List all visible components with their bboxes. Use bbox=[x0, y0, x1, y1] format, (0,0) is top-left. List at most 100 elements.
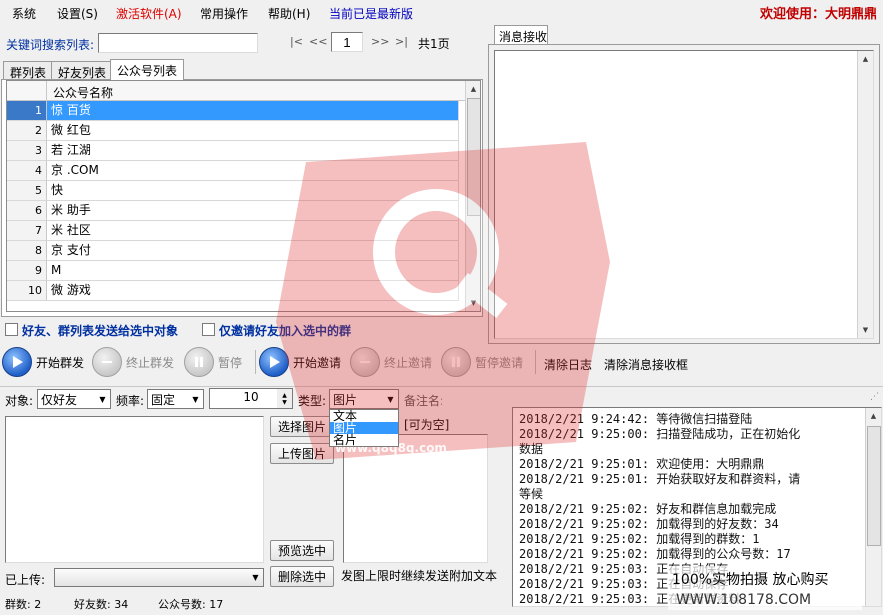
prev-page-button[interactable]: << bbox=[309, 35, 327, 48]
type-select[interactable]: 图片 ▼ bbox=[329, 389, 399, 409]
menu-system[interactable]: 系统 bbox=[12, 5, 36, 22]
menu-help[interactable]: 帮助(H) bbox=[268, 5, 310, 22]
tab-message-receive[interactable]: 消息接收 bbox=[494, 25, 548, 45]
account-name-cell[interactable]: 微 游戏 bbox=[47, 281, 459, 301]
start-invite-button[interactable]: 开始邀请 bbox=[259, 346, 341, 378]
table-row[interactable]: 2微 红包 bbox=[7, 121, 465, 141]
stop-group-send-button[interactable]: 终止群发 bbox=[92, 346, 174, 378]
remark-input[interactable] bbox=[442, 389, 490, 409]
account-name-cell[interactable]: 京 支付 bbox=[47, 241, 459, 261]
stop-icon bbox=[92, 347, 122, 377]
row-number: 4 bbox=[7, 161, 47, 181]
select-image-button[interactable]: 选择图片 bbox=[270, 416, 334, 437]
table-row[interactable]: 10 微 游戏 bbox=[7, 281, 465, 301]
frequency-select[interactable]: 固定 ▼ bbox=[147, 389, 204, 409]
message-text-area[interactable] bbox=[5, 416, 264, 563]
invite-only-checkbox[interactable] bbox=[202, 323, 215, 336]
type-option-card[interactable]: 名片 bbox=[330, 434, 398, 446]
frequency-value: 固定 bbox=[151, 393, 176, 407]
log-line: 2018/2/21 9:25:01: 开始获取好友和群资料，请 bbox=[519, 472, 801, 486]
menu-latest-version[interactable]: 当前已是最新版 bbox=[329, 5, 413, 22]
pause-button[interactable]: 暂停 bbox=[184, 346, 242, 378]
account-name-cell[interactable]: 米 助手 bbox=[47, 201, 459, 221]
tab-official-accounts[interactable]: 公众号列表 bbox=[110, 59, 185, 80]
remark-hint: [可为空] bbox=[404, 418, 450, 432]
start-group-send-button[interactable]: 开始群发 bbox=[2, 346, 84, 378]
status-official-accounts: 公众号数: 17 bbox=[158, 598, 224, 611]
row-number: 10 bbox=[7, 281, 47, 301]
delete-selected-button[interactable]: 删除选中 bbox=[270, 566, 334, 587]
chevron-down-icon: ▼ bbox=[188, 390, 203, 408]
search-label: 关键词搜索列表: bbox=[6, 38, 95, 52]
status-groups: 群数: 2 bbox=[5, 598, 42, 611]
stop-invite-button[interactable]: 终止邀请 bbox=[350, 346, 432, 378]
next-page-button[interactable]: >> bbox=[371, 35, 389, 48]
scroll-up-icon[interactable]: ▲ bbox=[858, 51, 873, 67]
table-row[interactable]: 5快 bbox=[7, 181, 465, 201]
play-icon bbox=[2, 347, 32, 377]
table-row[interactable]: 6米 助手 bbox=[7, 201, 465, 221]
start-group-send-label: 开始群发 bbox=[36, 355, 85, 370]
tab-groups[interactable]: 群列表 bbox=[3, 61, 54, 80]
row-number: 8 bbox=[7, 241, 47, 261]
pause-icon bbox=[441, 347, 471, 377]
account-name-cell[interactable]: 米 社区 bbox=[47, 221, 459, 241]
target-value: 仅好友 bbox=[41, 393, 78, 407]
resize-grip-icon: ⋰ bbox=[870, 392, 879, 402]
uploaded-select[interactable]: ▼ bbox=[54, 568, 264, 587]
account-name-cell[interactable]: M bbox=[47, 261, 459, 281]
table-scrollbar[interactable]: ▲ ▼ bbox=[465, 81, 480, 311]
search-input[interactable] bbox=[98, 33, 258, 53]
table-row[interactable]: 1惊 百货 bbox=[7, 101, 465, 121]
table-row[interactable]: 4京 .COM bbox=[7, 161, 465, 181]
upload-image-button[interactable]: 上传图片 bbox=[270, 443, 334, 464]
page-number-input[interactable] bbox=[331, 32, 363, 52]
chevron-down-icon: ▼ bbox=[95, 390, 110, 408]
message-scrollbar[interactable]: ▲ ▼ bbox=[857, 51, 873, 338]
stepper-arrows-icon[interactable]: ▲ ▼ bbox=[277, 389, 292, 408]
watermark-badge: 100%实物拍摄 放心购买 WWW.108178.COM bbox=[668, 566, 862, 610]
message-receive-box[interactable]: ▲ ▼ bbox=[494, 50, 874, 339]
target-label: 对象: bbox=[5, 394, 34, 408]
table-row[interactable]: 9M bbox=[7, 261, 465, 281]
table-row[interactable]: 3若 江湖 bbox=[7, 141, 465, 161]
first-page-button[interactable]: |< bbox=[290, 35, 303, 48]
stop-invite-label: 终止邀请 bbox=[384, 355, 433, 370]
column-header-name[interactable]: 公众号名称 bbox=[53, 84, 113, 101]
table-row[interactable]: 7米 社区 bbox=[7, 221, 465, 241]
send-selected-checkbox[interactable] bbox=[5, 323, 18, 336]
pause-invite-button[interactable]: 暂停邀请 bbox=[441, 346, 523, 378]
scroll-thumb[interactable] bbox=[867, 426, 881, 546]
message-panel: ▲ ▼ bbox=[488, 44, 880, 344]
clear-log-button[interactable]: 清除日志 bbox=[544, 356, 592, 373]
menu-settings[interactable]: 设置(S) bbox=[57, 5, 98, 22]
account-name-cell[interactable]: 惊 百货 bbox=[47, 101, 459, 121]
scroll-down-icon[interactable]: ▼ bbox=[466, 295, 480, 311]
clear-message-box-button[interactable]: 清除消息接收框 bbox=[604, 356, 688, 373]
row-number: 6 bbox=[7, 201, 47, 221]
tab-friends[interactable]: 好友列表 bbox=[51, 61, 114, 80]
last-page-button[interactable]: >| bbox=[395, 35, 408, 48]
toolbar-separator bbox=[255, 350, 256, 374]
table-corner bbox=[7, 81, 47, 101]
status-friends: 好友数: 34 bbox=[74, 598, 129, 611]
menu-common-ops[interactable]: 常用操作 bbox=[200, 5, 248, 22]
account-name-cell[interactable]: 快 bbox=[47, 181, 459, 201]
preview-selected-button[interactable]: 预览选中 bbox=[270, 540, 334, 561]
scroll-up-icon[interactable]: ▲ bbox=[866, 408, 881, 424]
scroll-up-icon[interactable]: ▲ bbox=[466, 81, 480, 97]
account-name-cell[interactable]: 微 红包 bbox=[47, 121, 459, 141]
account-name-cell[interactable]: 若 江湖 bbox=[47, 141, 459, 161]
target-select[interactable]: 仅好友 ▼ bbox=[37, 389, 111, 409]
interval-stepper[interactable]: 10 ▲ ▼ bbox=[209, 388, 293, 409]
table-row[interactable]: 8京 支付 bbox=[7, 241, 465, 261]
uploaded-label: 已上传: bbox=[5, 573, 46, 587]
account-name-cell[interactable]: 京 .COM bbox=[47, 161, 459, 181]
remark-label: 备注名: bbox=[404, 394, 445, 408]
start-invite-label: 开始邀请 bbox=[293, 355, 342, 370]
scroll-down-icon[interactable]: ▼ bbox=[858, 322, 873, 338]
log-scrollbar[interactable]: ▲ bbox=[865, 408, 881, 606]
scroll-thumb[interactable] bbox=[467, 98, 480, 216]
toolbar-separator bbox=[535, 350, 536, 374]
menu-activate[interactable]: 激活软件(A) bbox=[116, 5, 182, 22]
